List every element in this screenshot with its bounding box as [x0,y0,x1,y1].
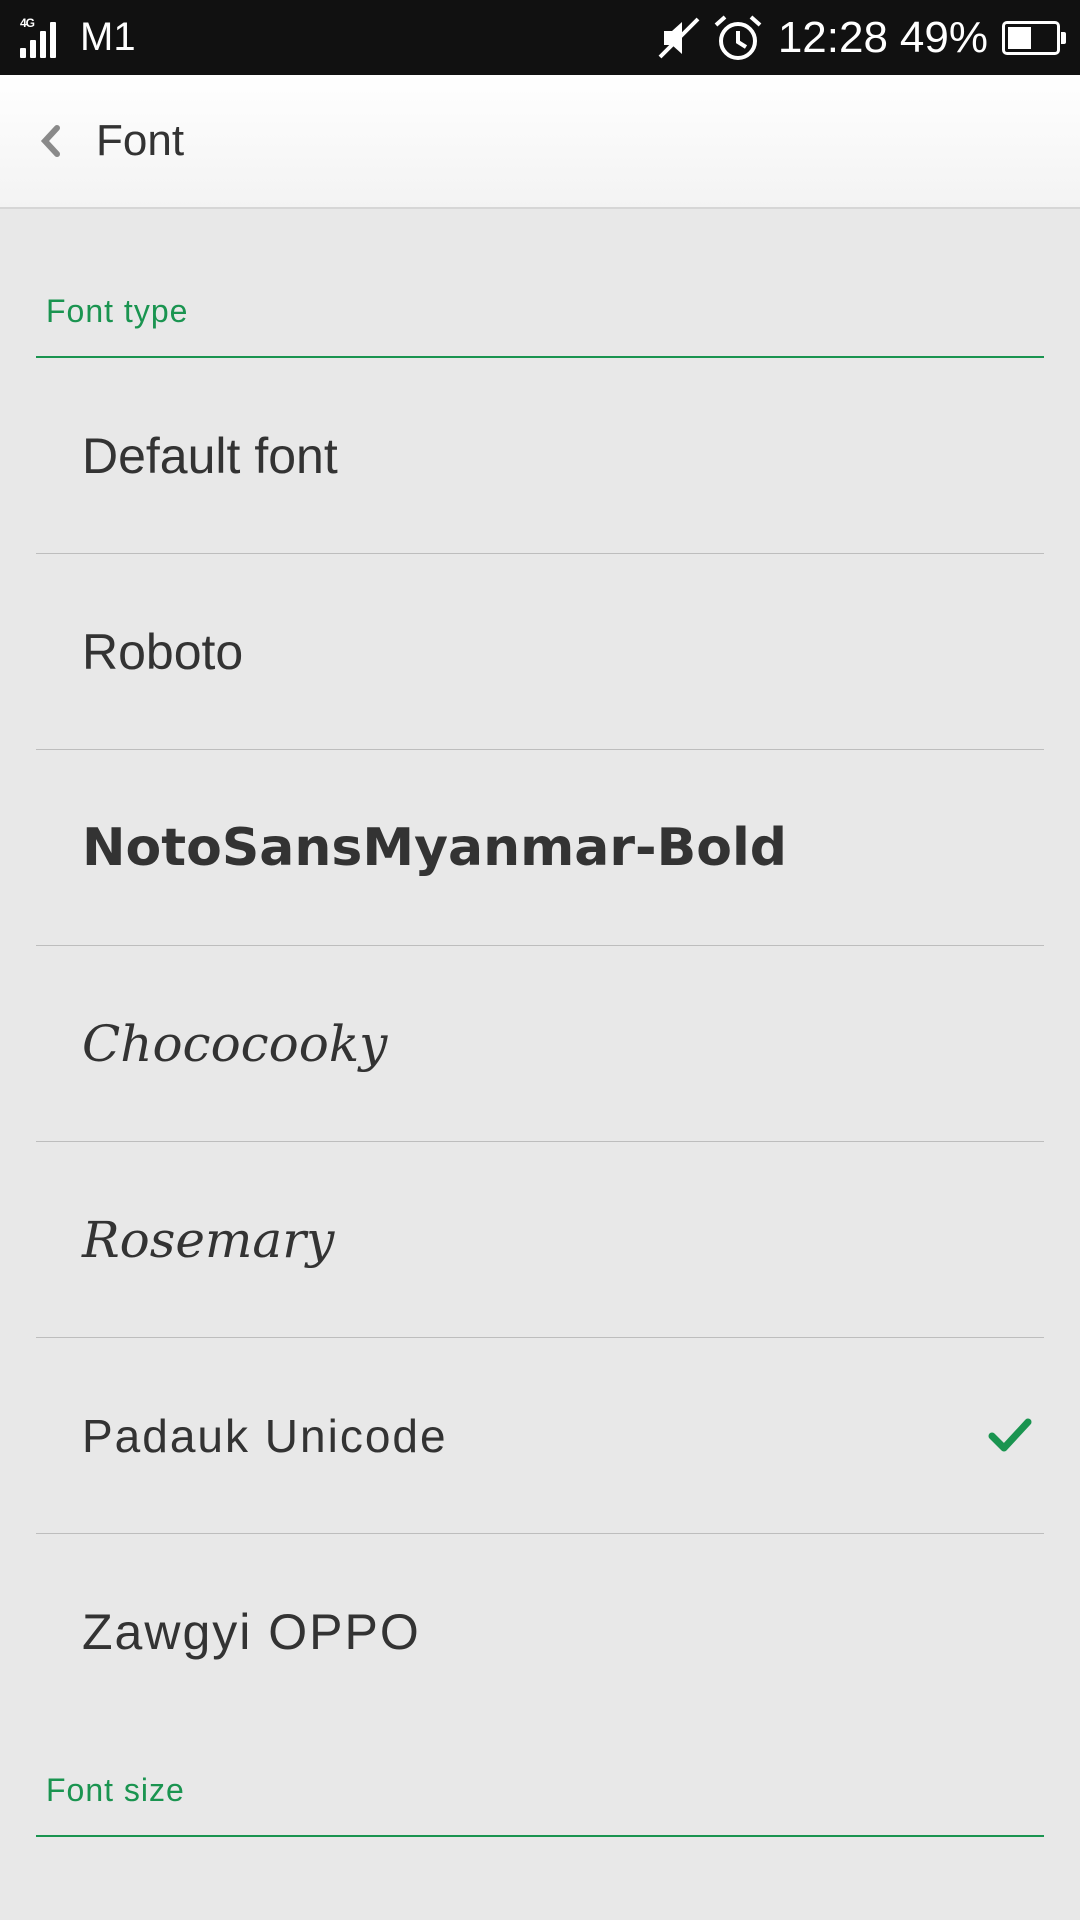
font-option-default[interactable]: Default font [36,358,1044,554]
page-title: Font [96,116,185,165]
font-option-notosansmyanmar-bold[interactable]: NotoSansMyanmar-Bold [36,750,1044,946]
signal-icon: 4G [20,15,66,58]
back-button[interactable] [0,75,96,207]
font-option-label: Default font [82,427,338,484]
carrier-name: M1 [80,15,136,59]
status-bar-right: 12:28 49% [654,12,1066,63]
font-option-label: Chococooky [82,1014,388,1073]
section-title-font-size: Font size [46,1772,185,1808]
network-type: 4G [20,15,35,30]
app-header: Font [0,75,1080,209]
alarm-icon [714,15,762,60]
chevron-left-icon [40,125,60,157]
font-option-label: Padauk Unicode [82,1409,448,1462]
section-header-font-type: Font type [36,208,1044,358]
font-option-label: NotoSansMyanmar-Bold [82,817,787,878]
mute-icon [658,17,700,58]
battery-fill [1008,26,1031,49]
section-title-font-type: Font type [46,293,189,329]
font-option-label: Zawgyi OPPO [82,1604,421,1660]
battery-percent: 49% [899,12,988,62]
section-header-font-size: Font size [36,1700,1044,1837]
font-option-label: Rosemary [82,1210,335,1269]
clock-time: 12:28 [777,12,888,62]
font-option-rosemary[interactable]: Rosemary [36,1142,1044,1338]
checkmark-icon [988,1418,1032,1451]
font-option-padauk-unicode[interactable]: Padauk Unicode [36,1338,1044,1534]
status-bar: 4G M1 12:28 49% [0,0,1080,75]
battery-icon [1002,20,1066,55]
font-option-label: Roboto [82,623,244,680]
font-option-chococooky[interactable]: Chococooky [36,946,1044,1142]
font-list: Default font Roboto NotoSansMyanmar-Bold… [36,358,1044,1730]
status-bar-left: 4G M1 [20,15,136,60]
font-option-roboto[interactable]: Roboto [36,554,1044,750]
